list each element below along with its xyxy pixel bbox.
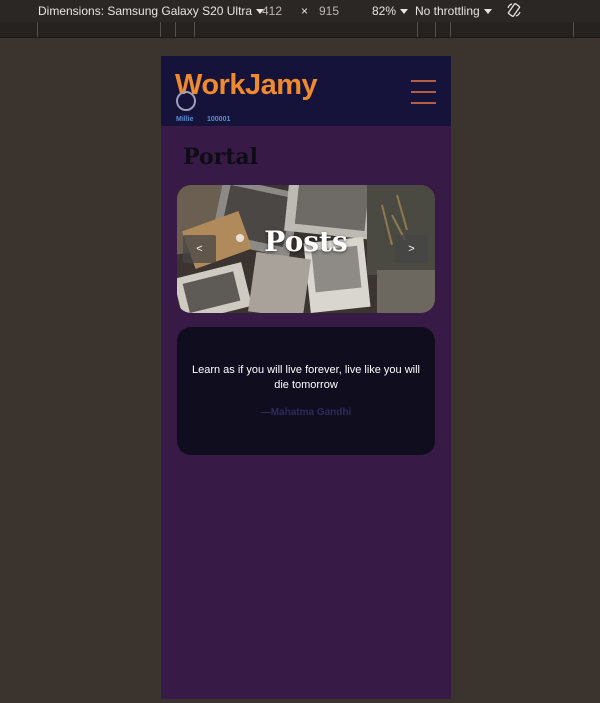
device-viewport: WorkJamy Millie 100001 Portal Posts < > … [161,56,451,699]
device-label: Dimensions: Samsung Galaxy S20 Ultra [38,4,253,18]
app-header: WorkJamy Millie 100001 [161,56,451,126]
rotate-device-icon[interactable] [506,2,522,18]
width-input[interactable]: 412 [262,4,282,18]
carousel-next-button[interactable]: > [395,235,428,263]
chevron-down-icon [483,9,492,15]
media-query-ruler [0,22,600,38]
throttling-value: No throttling [415,4,480,18]
carousel-prev-button[interactable]: < [183,235,216,263]
user-id: 100001 [207,116,231,123]
posts-carousel[interactable]: Posts < > [177,185,435,313]
height-input[interactable]: 915 [319,4,339,18]
dimension-times: × [301,4,309,18]
devtools-toolbar: Dimensions: Samsung Galaxy S20 Ultra 412… [0,0,600,22]
quote-card: Learn as if you will live forever, live … [177,327,435,455]
quote-text: Learn as if you will live forever, live … [191,364,421,391]
page-title: Portal [183,144,258,170]
zoom-select[interactable]: 82% [372,4,409,18]
throttling-select[interactable]: No throttling [415,4,492,18]
app-logo[interactable]: WorkJamy [175,69,318,102]
hamburger-icon[interactable] [411,80,436,104]
zoom-value: 82% [372,4,397,18]
device-select[interactable]: Dimensions: Samsung Galaxy S20 Ultra [38,4,265,18]
chevron-down-icon [400,9,409,15]
quote-author: —Mahatma Gandhi [260,407,352,418]
user-name: Millie [176,116,194,123]
user-circle-icon[interactable] [176,91,196,111]
